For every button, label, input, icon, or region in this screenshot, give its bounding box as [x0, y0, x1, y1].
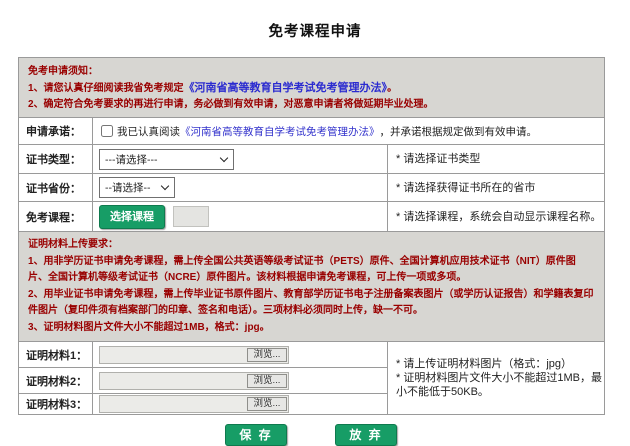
commitment-text-suffix: ，并承诺根据规定做到有效申请。	[380, 124, 538, 139]
material-2-file-input[interactable]: 浏览...	[99, 372, 289, 390]
cert-province-select[interactable]: --请选择--	[99, 177, 175, 198]
material-3-file-input[interactable]: 浏览...	[99, 395, 289, 413]
upload-requirements-section: 证明材料上传要求： 1、用非学历证书申请免考课程，需上传全国公共英语等级考试证书…	[19, 232, 605, 342]
cert-type-label: 证书类型：	[19, 145, 93, 174]
save-button[interactable]: 保 存	[225, 424, 287, 446]
commitment-label: 申请承诺：	[19, 118, 93, 145]
cancel-button[interactable]: 放 弃	[335, 424, 397, 446]
cert-province-row: 证书省份： --请选择-- * 请选择获得证书所在的省市	[19, 174, 605, 202]
regulation-link[interactable]: 《河南省高等教育自学考试免考管理办法》	[184, 82, 388, 94]
cert-type-select[interactable]: ---请选择---	[99, 149, 234, 170]
upload-requirement-3: 3、证明材料图片文件大小不能超过1MB，格式：jpg。	[28, 320, 595, 337]
material-2-label: 证明材料2：	[19, 368, 93, 394]
notice-heading: 免考申请须知：	[28, 64, 595, 80]
upload-requirement-2: 2、用毕业证书申请免考课程，需上传毕业证书原件图片、教育部学历证书电子注册备案表…	[28, 287, 595, 320]
cert-type-hint: * 请选择证书类型	[388, 145, 605, 174]
application-form-table: 免考申请须知： 1、请您认真仔细阅读我省免考规定《河南省高等教育自学考试免考管理…	[18, 57, 605, 415]
exempt-course-hint: * 请选择课程，系统会自动显示课程名称。	[388, 202, 605, 232]
cert-province-hint: * 请选择获得证书所在的省市	[388, 174, 605, 202]
chevron-down-icon	[161, 182, 169, 190]
materials-hint-line-1: * 请上传证明材料图片（格式：jpg）	[396, 357, 604, 371]
material-2-browse-button[interactable]: 浏览...	[247, 374, 287, 388]
exempt-course-row: 免考课程： 选择课程 * 请选择课程，系统会自动显示课程名称。	[19, 202, 605, 232]
material-3-label: 证明材料3：	[19, 394, 93, 415]
course-name-field	[173, 206, 209, 227]
commitment-regulation-link[interactable]: 《河南省高等教育自学考试免考管理办法》	[180, 124, 380, 139]
notice-item-2: 2、确定符合免考要求的再进行申请，务必做到有效申请，对恶意申请者将做延期毕业处理…	[28, 97, 595, 113]
material-1-label: 证明材料1：	[19, 342, 93, 368]
action-button-row: 保 存 放 弃	[18, 424, 604, 446]
commitment-text-prefix: 我已认真阅读	[117, 124, 180, 139]
materials-hint-line-2: * 证明材料图片文件大小不能超过1MB，最小不能低于50KB。	[396, 371, 604, 399]
cert-type-selected-value: ---请选择---	[105, 152, 157, 167]
chevron-down-icon	[220, 153, 228, 161]
material-3-browse-button[interactable]: 浏览...	[247, 397, 287, 411]
page-title: 免考课程申请	[0, 20, 630, 37]
material-1-file-input[interactable]: 浏览...	[99, 346, 289, 364]
commitment-row: 申请承诺： 我已认真阅读 《河南省高等教育自学考试免考管理办法》 ，并承诺根据规…	[19, 118, 605, 145]
upload-requirements-heading: 证明材料上传要求：	[28, 237, 595, 254]
material-1-row: 证明材料1： 浏览... * 请上传证明材料图片（格式：jpg） * 证明材料图…	[19, 342, 605, 368]
cert-type-row: 证书类型： ---请选择--- * 请选择证书类型	[19, 145, 605, 174]
choose-course-button[interactable]: 选择课程	[99, 205, 165, 229]
notice-section: 免考申请须知： 1、请您认真仔细阅读我省免考规定《河南省高等教育自学考试免考管理…	[19, 58, 605, 118]
notice-item-1: 1、请您认真仔细阅读我省免考规定《河南省高等教育自学考试免考管理办法》。	[28, 80, 595, 97]
commitment-checkbox[interactable]	[101, 125, 113, 137]
materials-hint: * 请上传证明材料图片（格式：jpg） * 证明材料图片文件大小不能超过1MB，…	[388, 342, 605, 415]
upload-requirement-1: 1、用非学历证书申请免考课程，需上传全国公共英语等级考试证书（PETS）原件、全…	[28, 254, 595, 287]
material-1-browse-button[interactable]: 浏览...	[247, 348, 287, 362]
cert-province-selected-value: --请选择--	[105, 180, 151, 195]
cert-province-label: 证书省份：	[19, 174, 93, 202]
exempt-course-label: 免考课程：	[19, 202, 93, 232]
